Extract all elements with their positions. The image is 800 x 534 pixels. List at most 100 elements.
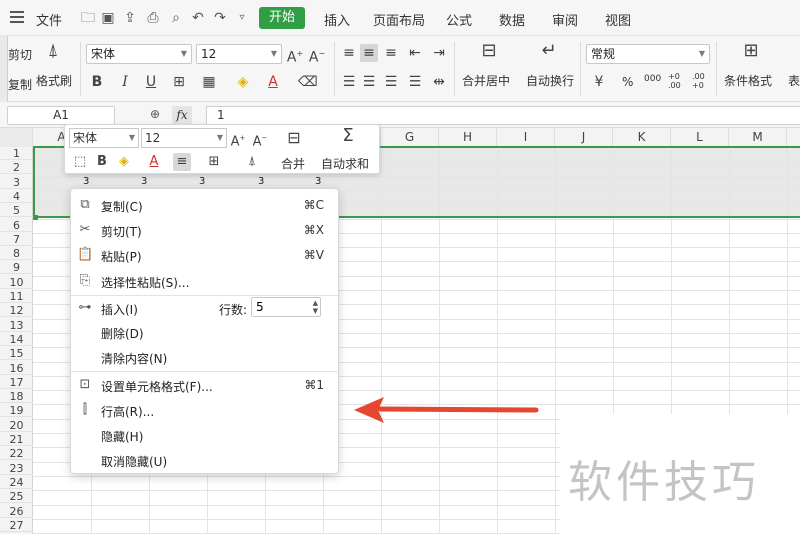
align-center-icon[interactable]: ☰ <box>360 73 378 91</box>
align-right-icon[interactable]: ☰ <box>382 73 400 91</box>
menu-item-unhide[interactable]: 取消隐藏(U) <box>71 448 340 472</box>
menu-item-hide[interactable]: 隐藏(H) <box>71 423 340 447</box>
select-all-corner[interactable] <box>0 128 33 147</box>
row-header[interactable]: 24 <box>0 476 33 489</box>
undo-icon[interactable]: ↶ <box>190 10 206 26</box>
mini-font-size-select[interactable]: 12 ▼ <box>141 128 227 148</box>
menu-item-paste[interactable]: 📋 粘贴(P) ⌘V <box>71 243 340 267</box>
row-header[interactable]: 17 <box>0 376 33 389</box>
menu-item-delete[interactable]: 删除(D) <box>71 320 340 344</box>
percent-button[interactable]: % <box>622 75 633 89</box>
column-header[interactable]: G <box>381 128 439 147</box>
row-header[interactable]: 21 <box>0 433 33 446</box>
decrease-decimal-button[interactable]: .00 +0 <box>692 72 708 90</box>
menu-item-paste-special[interactable]: ⎘ 选择性粘贴(S)... <box>71 269 340 293</box>
tab-review[interactable]: 审阅 <box>552 10 578 29</box>
column-header[interactable]: L <box>671 128 729 147</box>
print-preview-icon[interactable]: ⌕ <box>168 10 184 26</box>
row-header[interactable]: 15 <box>0 347 33 361</box>
rows-count-stepper[interactable]: ▲▼ <box>251 297 321 317</box>
increase-indent-icon[interactable]: ⇥ <box>430 44 448 62</box>
row-header[interactable]: 19 <box>0 404 33 418</box>
row-header[interactable]: 7 <box>0 233 33 246</box>
align-bottom-icon[interactable]: ≡ <box>382 44 400 62</box>
wrap-text-button[interactable]: 自动换行 <box>526 72 574 89</box>
print-icon[interactable]: ⎙ <box>145 10 161 26</box>
row-header[interactable]: 6 <box>0 219 33 232</box>
underline-icon[interactable]: U <box>142 73 160 91</box>
row-header[interactable]: 14 <box>0 333 33 346</box>
cell-style-icon[interactable]: ▦ <box>200 73 218 91</box>
border-icon[interactable]: ⊞ <box>170 73 188 91</box>
conditional-format-icon[interactable]: ⊞ <box>742 42 760 60</box>
tab-insert[interactable]: 插入 <box>324 10 350 29</box>
row-header[interactable]: 10 <box>0 276 33 289</box>
bold-icon[interactable]: B <box>88 73 106 91</box>
italic-icon[interactable]: I <box>116 73 134 91</box>
customize-dropdown-icon[interactable]: ▿ <box>234 10 250 26</box>
wrap-text-icon[interactable]: ↵ <box>540 42 558 60</box>
conditional-format-button[interactable]: 条件格式 <box>724 72 772 89</box>
cell-value[interactable]: 3 <box>141 176 147 187</box>
clear-format-icon[interactable]: ⌫ <box>298 73 318 91</box>
align-center-icon[interactable]: ≡ <box>173 153 191 171</box>
row-header[interactable]: 5 <box>0 204 33 218</box>
formula-input[interactable]: 1 <box>206 106 800 125</box>
row-header[interactable]: 1 <box>0 147 33 160</box>
thousands-button[interactable]: 000 <box>644 74 661 84</box>
decrease-font-icon[interactable]: A− <box>308 45 326 66</box>
cut-button[interactable]: 剪切 <box>8 46 32 63</box>
tab-page-layout[interactable]: 页面布局 <box>373 10 425 29</box>
justify-icon[interactable]: ☰ <box>406 73 424 91</box>
tab-formulas[interactable]: 公式 <box>446 10 472 29</box>
row-header[interactable]: 2 <box>0 161 33 175</box>
mini-autosum-button[interactable]: 自动求和 <box>321 155 369 172</box>
increase-font-icon[interactable]: A+ <box>229 129 247 149</box>
menu-file[interactable]: 文件 <box>36 10 62 29</box>
ribbon-collapse-handle[interactable] <box>0 36 8 102</box>
row-header[interactable]: 16 <box>0 362 33 375</box>
font-color-icon[interactable]: A <box>264 73 282 91</box>
save-icon[interactable]: ▣ <box>100 10 116 26</box>
menu-item-clear-contents[interactable]: 清除内容(N) <box>71 345 340 369</box>
fill-color-icon[interactable]: ◈ <box>115 153 133 171</box>
row-header[interactable]: 27 <box>0 519 33 532</box>
merge-icon[interactable]: ⊟ <box>285 129 303 147</box>
format-painter-label[interactable]: 格式刷 <box>36 72 72 89</box>
row-header[interactable]: 23 <box>0 462 33 475</box>
border-icon[interactable]: ⊞ <box>205 153 223 171</box>
row-header[interactable]: 26 <box>0 505 33 518</box>
open-folder-icon[interactable]: 🗀 <box>80 10 96 26</box>
column-header[interactable]: M <box>729 128 787 147</box>
font-name-select[interactable]: 宋体 ▼ <box>86 44 192 64</box>
name-box[interactable]: A1 <box>7 106 115 125</box>
mini-merge-button[interactable]: 合并 <box>281 155 305 172</box>
align-middle-icon[interactable]: ≡ <box>360 44 378 62</box>
font-color-icon[interactable]: A <box>145 153 163 171</box>
row-header[interactable]: 22 <box>0 447 33 461</box>
bold-icon[interactable]: B <box>93 153 111 171</box>
format-painter-icon[interactable]: ⍋ <box>243 153 261 171</box>
row-header[interactable]: 25 <box>0 490 33 504</box>
cell-value[interactable]: 3 <box>199 176 205 187</box>
mini-font-name-select[interactable]: 宋体 ▼ <box>69 128 139 148</box>
number-format-select[interactable]: 常规 ▼ <box>586 44 710 64</box>
export-icon[interactable]: ⇪ <box>122 10 138 26</box>
menu-item-insert[interactable]: ⊶ 插入(I) 行数: ▲▼ <box>71 296 340 320</box>
column-header[interactable]: I <box>497 128 555 147</box>
column-header[interactable]: K <box>613 128 671 147</box>
table-style-button[interactable]: 表 <box>788 72 800 89</box>
stepper-arrows-icon[interactable]: ▲ ▼ <box>313 299 318 315</box>
cell-value[interactable]: 3 <box>315 176 321 187</box>
hamburger-menu-icon[interactable] <box>10 11 24 13</box>
column-header[interactable]: H <box>439 128 497 147</box>
merge-center-icon[interactable]: ⊟ <box>480 42 498 60</box>
font-size-select[interactable]: 12 ▼ <box>196 44 282 64</box>
row-header[interactable]: 8 <box>0 247 33 261</box>
row-header[interactable]: 3 <box>0 176 33 189</box>
menu-item-cut[interactable]: ✂ 剪切(T) ⌘X <box>71 218 340 242</box>
increase-decimal-button[interactable]: +0 .00 <box>668 72 684 90</box>
increase-font-icon[interactable]: A+ <box>286 45 304 66</box>
menu-item-row-height[interactable]: ⫿ 行高(R)... <box>71 398 340 422</box>
row-header[interactable]: 13 <box>0 319 33 332</box>
